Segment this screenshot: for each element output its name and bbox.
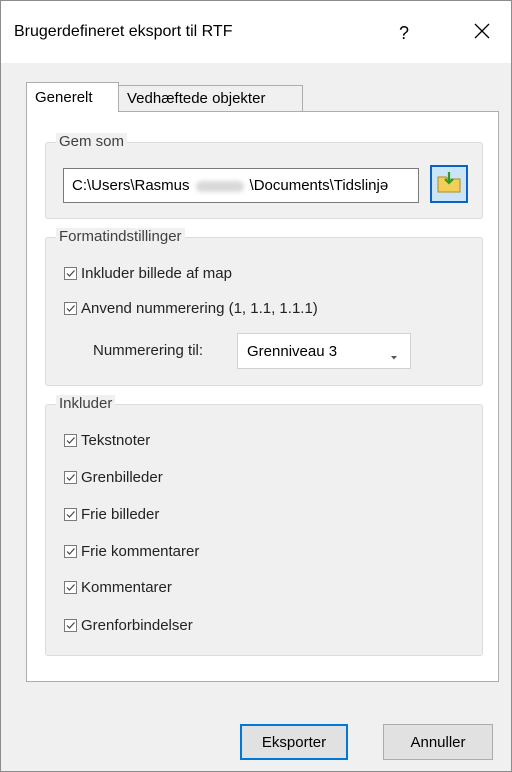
checkbox-box — [64, 266, 77, 280]
close-icon — [474, 23, 490, 43]
save-as-group: Gem som C:\Users\Rasmus \Documents\Tidsli… — [45, 133, 483, 219]
help-button[interactable]: ? — [381, 15, 427, 51]
folder-save-icon — [437, 171, 461, 197]
format-options-group: Formatindstillinger Inkluder billede af … — [45, 228, 483, 386]
checkbox-box — [64, 433, 77, 447]
numbering-level-label: Nummerering til: — [93, 342, 204, 359]
include-comments-checkbox[interactable]: Kommentarer — [64, 577, 172, 597]
include-legend: Inkluder — [56, 395, 116, 413]
cancel-button[interactable]: Annuller — [383, 724, 493, 760]
dialog-title: Brugerdefineret eksport til RTF — [14, 23, 233, 40]
redacted-username — [195, 180, 244, 192]
save-as-legend: Gem som — [56, 133, 128, 151]
tab-generelt[interactable]: Generelt — [26, 82, 119, 112]
checkbox-label: Tekstnoter — [81, 431, 151, 449]
checkbox-box — [64, 470, 77, 484]
include-branch-images-checkbox[interactable]: Grenbilleder — [64, 467, 163, 487]
path-suffix: \Documents\Tidslinjə — [249, 177, 389, 194]
tab-label: Generelt — [35, 89, 93, 106]
checkbox-box — [64, 507, 77, 521]
checkbox-label: Inkluder billede af map — [81, 264, 232, 282]
file-path-field[interactable]: C:\Users\Rasmus \Documents\Tidslinjə — [63, 168, 419, 203]
path-prefix: C:\Users\Rasmus — [72, 177, 190, 194]
include-group: Inkluder Tekstnoter Grenbilleder Frie bi… — [45, 395, 483, 656]
numbering-level-value: Grenniveau 3 — [247, 342, 338, 360]
format-options-legend: Formatindstillinger — [56, 228, 185, 246]
checkbox-box — [64, 580, 77, 594]
checkbox-box — [64, 544, 77, 558]
include-text-notes-checkbox[interactable]: Tekstnoter — [64, 430, 150, 450]
apply-numbering-checkbox[interactable]: Anvend nummerering (1, 1.1, 1.1.1) — [64, 298, 318, 318]
checkbox-label: Frie kommentarer — [81, 542, 200, 560]
checkbox-label: Anvend nummerering (1, 1.1, 1.1.1) — [81, 299, 318, 317]
checkbox-label: Grenforbindelser — [81, 616, 193, 634]
include-free-comments-checkbox[interactable]: Frie kommentarer — [64, 541, 199, 561]
numbering-level-select[interactable]: Grenniveau 3 — [237, 333, 411, 369]
tab-label: Vedhæftede objekter — [127, 90, 266, 107]
checkbox-box — [64, 301, 77, 315]
include-map-image-checkbox[interactable]: Inkluder billede af map — [64, 263, 232, 283]
chevron-down-icon — [390, 348, 398, 365]
title-bar: Brugerdefineret eksport til RTF ? — [1, 1, 511, 63]
checkbox-label: Grenbilleder — [81, 468, 163, 486]
checkbox-label: Kommentarer — [81, 578, 172, 596]
browse-button[interactable] — [430, 165, 468, 203]
include-free-images-checkbox[interactable]: Frie billeder — [64, 504, 159, 524]
tab-panel-generelt: Gem som C:\Users\Rasmus \Documents\Tidsli… — [26, 111, 499, 682]
checkbox-label: Frie billeder — [81, 505, 160, 523]
export-button[interactable]: Eksporter — [240, 724, 348, 760]
tab-vedhaeftede-objekter[interactable]: Vedhæftede objekter — [118, 85, 303, 112]
close-button[interactable] — [459, 15, 505, 51]
include-branch-connections-checkbox[interactable]: Grenforbindelser — [64, 615, 193, 635]
dialog-window: Brugerdefineret eksport til RTF ? Genere… — [0, 0, 512, 772]
checkbox-box — [64, 618, 77, 632]
